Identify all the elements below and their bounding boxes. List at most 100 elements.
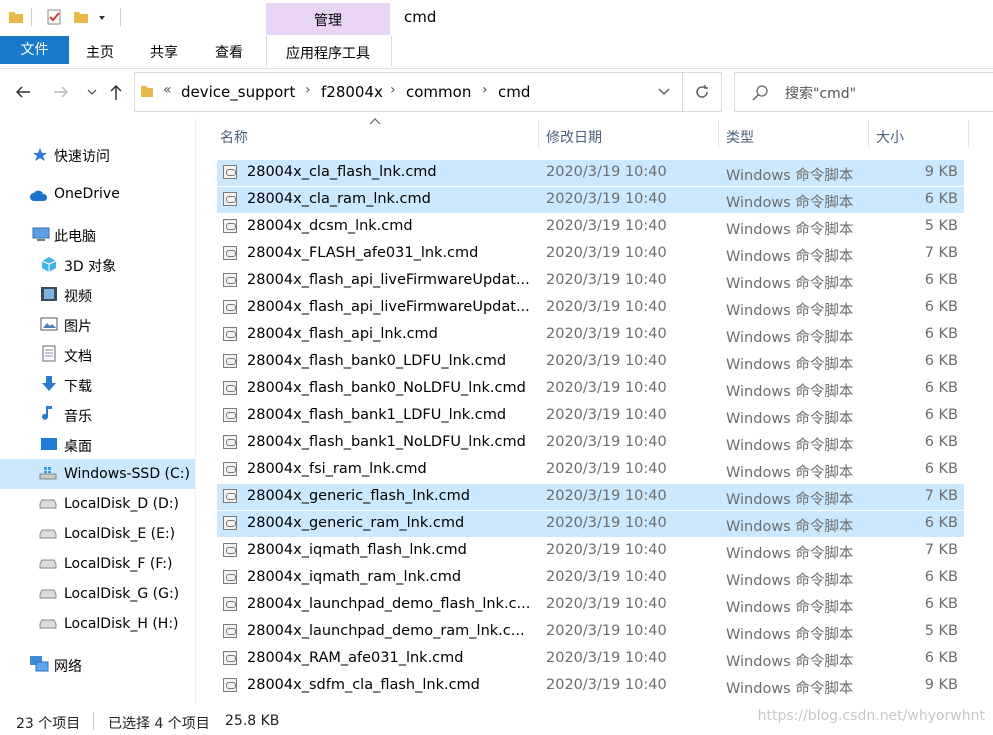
file-date: 2020/3/19 10:40: [546, 326, 667, 342]
file-date: 2020/3/19 10:40: [546, 245, 667, 261]
file-row[interactable]: 28004x_fsi_ram_lnk.cmd 2020/3/19 10:40 Win…: [217, 457, 964, 483]
file-row[interactable]: 28004x_FLASH_afe031_lnk.cmd 2020/3/19 10:…: [217, 241, 964, 267]
cmd-script-file-icon: [223, 192, 237, 206]
column-header-size[interactable]: 大小: [876, 127, 904, 147]
file-size: 9 KB: [924, 677, 958, 693]
file-row[interactable]: 28004x_RAM_afe031_lnk.cmd 2020/3/19 10:40…: [217, 646, 964, 672]
nav-item-downloads[interactable]: 下载: [64, 376, 92, 396]
nav-item-music[interactable]: 音乐: [64, 406, 92, 426]
column-divider[interactable]: [718, 120, 719, 148]
customize-dropdown-icon[interactable]: [97, 13, 107, 23]
column-divider[interactable]: [968, 120, 969, 148]
cloud-icon: [30, 190, 48, 201]
file-type: Windows 命令脚本: [726, 168, 854, 184]
nav-item-pictures[interactable]: 图片: [64, 316, 92, 336]
drive-icon: [39, 559, 57, 569]
cmd-script-file-icon: [223, 246, 237, 260]
nav-item-drive-d[interactable]: LocalDisk_D (D:): [64, 496, 179, 512]
file-date: 2020/3/19 10:40: [546, 569, 667, 585]
address-history-chevron-icon[interactable]: [657, 87, 671, 97]
tab-view[interactable]: 查看: [215, 42, 243, 62]
file-row[interactable]: 28004x_launchpad_demo_ram_lnk.c... 2020/3…: [217, 619, 964, 645]
breadcrumb-device-support[interactable]: device_support: [181, 83, 295, 101]
nav-item-quick-access[interactable]: 快速访问: [54, 146, 110, 166]
file-name: 28004x_cla_ram_lnk.cmd: [247, 191, 431, 207]
nav-item-onedrive[interactable]: OneDrive: [54, 186, 120, 202]
file-size: 6 KB: [924, 596, 958, 612]
windows-drive-icon: [39, 467, 57, 480]
search-box[interactable]: 搜索"cmd": [734, 72, 993, 112]
file-row[interactable]: 28004x_cla_flash_lnk.cmd 2020/3/19 10:40 W…: [217, 160, 964, 186]
column-divider[interactable]: [538, 120, 539, 148]
file-row[interactable]: 28004x_flash_api_liveFirmwareUpdat... 202…: [217, 268, 964, 294]
file-name: 28004x_flash_bank1_NoLDFU_lnk.cmd: [247, 434, 526, 450]
file-row[interactable]: 28004x_iqmath_ram_lnk.cmd 2020/3/19 10:40…: [217, 565, 964, 591]
forward-arrow-icon[interactable]: [52, 84, 70, 100]
file-type: Windows 命令脚本: [726, 384, 854, 400]
nav-item-drive-f[interactable]: LocalDisk_F (F:): [64, 556, 172, 572]
file-date: 2020/3/19 10:40: [546, 191, 667, 207]
file-row[interactable]: 28004x_flash_bank1_LDFU_lnk.cmd 2020/3/19…: [217, 403, 964, 429]
tab-share[interactable]: 共享: [150, 42, 178, 62]
new-folder-icon[interactable]: [73, 9, 89, 25]
column-header-name[interactable]: 名称: [220, 127, 248, 147]
window-title: cmd: [404, 8, 437, 26]
recent-locations-chevron-icon[interactable]: [86, 88, 98, 98]
tab-file[interactable]: 文件: [0, 36, 69, 64]
file-row[interactable]: 28004x_iqmath_flash_lnk.cmd 2020/3/19 10:…: [217, 538, 964, 564]
file-row[interactable]: 28004x_dcsm_lnk.cmd 2020/3/19 10:40 Window…: [217, 214, 964, 240]
file-name: 28004x_launchpad_demo_flash_lnk.c...: [247, 596, 531, 612]
search-input[interactable]: 搜索"cmd": [785, 83, 856, 103]
cmd-script-file-icon: [223, 300, 237, 314]
file-size: 6 KB: [924, 191, 958, 207]
breadcrumb-overflow[interactable]: «: [163, 82, 172, 98]
file-row[interactable]: 28004x_generic_ram_lnk.cmd 2020/3/19 10:4…: [217, 511, 964, 537]
nav-item-drive-e[interactable]: LocalDisk_E (E:): [64, 526, 175, 542]
file-row[interactable]: 28004x_sdfm_cla_flash_lnk.cmd 2020/3/19 1…: [217, 673, 964, 699]
column-header-type[interactable]: 类型: [726, 127, 754, 147]
nav-item-this-pc[interactable]: 此电脑: [54, 226, 96, 246]
refresh-button[interactable]: [682, 72, 722, 112]
breadcrumb-common[interactable]: common: [406, 83, 471, 101]
file-row[interactable]: 28004x_flash_bank0_NoLDFU_lnk.cmd 2020/3/…: [217, 376, 964, 402]
status-divider: [93, 712, 94, 730]
up-arrow-icon[interactable]: [108, 83, 124, 101]
nav-item-drive-g[interactable]: LocalDisk_G (G:): [64, 586, 179, 602]
file-row[interactable]: 28004x_flash_api_lnk.cmd 2020/3/19 10:40 W…: [217, 322, 964, 348]
column-header-date[interactable]: 修改日期: [546, 127, 602, 147]
selection-count: 已选择 4 个项目: [108, 716, 210, 732]
tab-home[interactable]: 主页: [86, 42, 114, 62]
nav-item-videos[interactable]: 视频: [64, 286, 92, 306]
breadcrumb-separator-icon[interactable]: ›: [305, 82, 311, 98]
star-icon: [33, 148, 47, 161]
download-icon: [42, 376, 56, 391]
file-row[interactable]: 28004x_flash_api_liveFirmwareUpdat... 202…: [217, 295, 964, 321]
breadcrumb-f28004x[interactable]: f28004x: [321, 83, 383, 101]
folder-icon[interactable]: [8, 9, 24, 25]
nav-item-documents[interactable]: 文档: [64, 346, 92, 366]
nav-item-desktop[interactable]: 桌面: [64, 436, 92, 456]
column-divider[interactable]: [868, 120, 869, 148]
qat-divider: [120, 8, 121, 26]
nav-item-3d-objects[interactable]: 3D 对象: [64, 256, 116, 276]
file-row[interactable]: 28004x_flash_bank0_LDFU_lnk.cmd 2020/3/19…: [217, 349, 964, 375]
file-date: 2020/3/19 10:40: [546, 677, 667, 693]
breadcrumb-separator-icon[interactable]: ›: [390, 82, 396, 98]
file-size: 6 KB: [924, 272, 958, 288]
properties-icon[interactable]: [46, 9, 62, 25]
file-size: 7 KB: [924, 488, 958, 504]
nav-item-drive-h[interactable]: LocalDisk_H (H:): [64, 616, 179, 632]
breadcrumb-cmd[interactable]: cmd: [498, 83, 530, 101]
nav-item-network[interactable]: 网络: [54, 656, 82, 676]
file-size: 7 KB: [924, 542, 958, 558]
breadcrumb-separator-icon[interactable]: ›: [482, 82, 488, 98]
file-type: Windows 命令脚本: [726, 519, 854, 535]
file-row[interactable]: 28004x_generic_flash_lnk.cmd 2020/3/19 10…: [217, 484, 964, 510]
back-arrow-icon[interactable]: [14, 84, 32, 100]
qat-divider: [31, 8, 32, 26]
file-row[interactable]: 28004x_cla_ram_lnk.cmd 2020/3/19 10:40 Win…: [217, 187, 964, 213]
file-date: 2020/3/19 10:40: [546, 299, 667, 315]
file-row[interactable]: 28004x_flash_bank1_NoLDFU_lnk.cmd 2020/3/…: [217, 430, 964, 456]
nav-item-drive-c[interactable]: Windows-SSD (C:): [64, 466, 190, 482]
file-row[interactable]: 28004x_launchpad_demo_flash_lnk.c... 2020…: [217, 592, 964, 618]
